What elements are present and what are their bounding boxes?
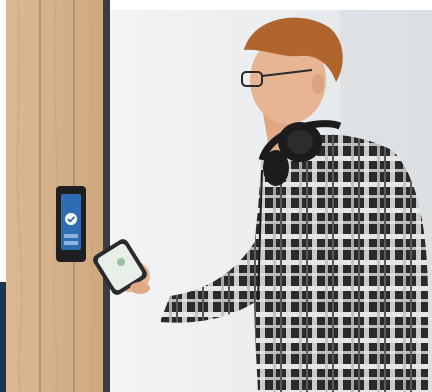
check-icon <box>65 213 77 225</box>
thumb <box>130 282 150 294</box>
ear <box>312 74 324 94</box>
ceiling-strip <box>106 0 432 10</box>
door-frame <box>103 0 110 392</box>
photo-illustration <box>0 0 432 392</box>
access-reader <box>56 186 86 262</box>
navy-panel <box>0 282 6 392</box>
photo-scene <box>0 0 432 392</box>
